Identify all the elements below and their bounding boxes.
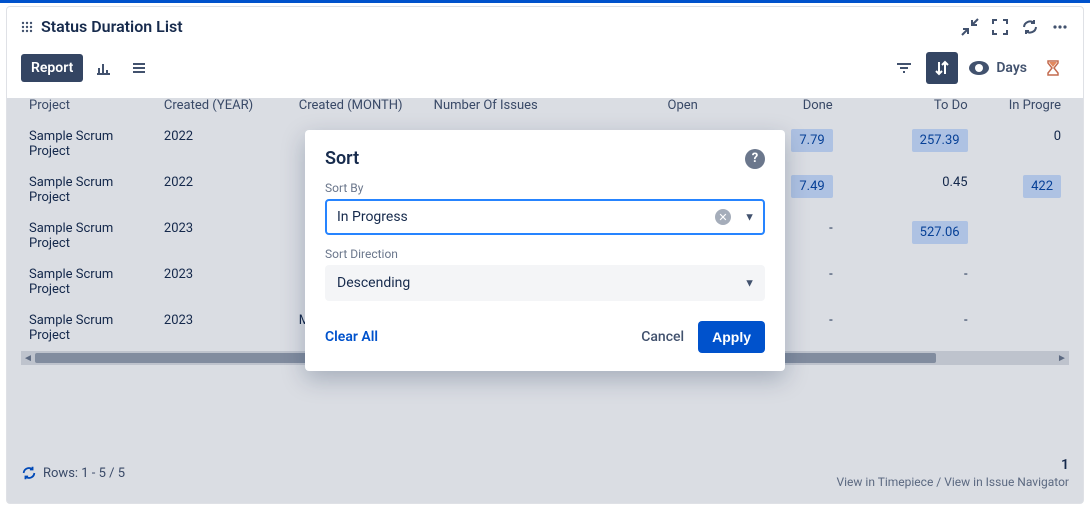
scroll-right-icon[interactable]: ► [1055, 351, 1069, 365]
table-cell: 2023 [156, 259, 291, 305]
filter-icon[interactable] [888, 52, 920, 84]
clear-sortby-icon[interactable]: ✕ [715, 209, 731, 225]
grip-icon[interactable] [21, 21, 33, 33]
table-cell: 0.45 [841, 167, 976, 213]
table-cell: 2023 [156, 213, 291, 259]
col-issues[interactable]: Number Of Issues [426, 90, 561, 121]
col-done[interactable]: Done [706, 90, 841, 121]
table-cell: Sample Scrum Project [21, 259, 156, 305]
toolbar: Report Days [21, 46, 1069, 90]
link-timepiece[interactable]: View in Timepiece [836, 475, 933, 489]
cancel-button[interactable]: Cancel [641, 329, 684, 345]
table-cell: Sample Scrum Project [21, 121, 156, 167]
col-year[interactable]: Created (YEAR) [156, 90, 291, 121]
help-icon[interactable]: ? [745, 149, 765, 169]
fullscreen-icon[interactable] [991, 18, 1009, 36]
link-separator: / [933, 475, 944, 489]
table-cell [976, 213, 1069, 259]
days-toggle[interactable]: Days [964, 60, 1031, 76]
refresh-icon[interactable] [1021, 18, 1039, 36]
sort-by-field-wrap: In Progress ✕ ▼ [325, 199, 765, 235]
collapse-icon[interactable] [961, 18, 979, 36]
table-cell: Sample Scrum Project [21, 305, 156, 351]
link-issue-navigator[interactable]: View in Issue Navigator [944, 475, 1069, 489]
table-cell: - [841, 259, 976, 305]
table-cell: 0 [976, 121, 1069, 167]
title-bar: Status Duration List [7, 7, 1083, 46]
menu-icon[interactable] [123, 52, 155, 84]
footer-refresh-icon[interactable] [21, 465, 37, 481]
page-number: 1 [836, 457, 1069, 473]
col-month[interactable]: Created (MONTH) [291, 90, 426, 121]
sort-by-select[interactable]: In Progress [325, 199, 765, 235]
table-cell: 422 [976, 167, 1069, 213]
eye-icon [968, 60, 990, 76]
apply-button[interactable]: Apply [698, 321, 765, 353]
sort-direction-wrap: Descending ▼ [325, 265, 765, 301]
page-title: Status Duration List [41, 17, 183, 36]
sort-direction-select[interactable]: Descending [325, 265, 765, 301]
accent-border [0, 0, 1090, 3]
bar-chart-icon[interactable] [87, 52, 119, 84]
col-todo[interactable]: To Do [841, 90, 976, 121]
col-inprogress[interactable]: In Progre [976, 90, 1069, 121]
modal-title: Sort [325, 148, 359, 169]
table-cell: - [841, 305, 976, 351]
sort-by-label: Sort By [325, 181, 765, 195]
col-project[interactable]: Project [21, 90, 156, 121]
table-cell [976, 305, 1069, 351]
sortby-chevron-down-icon[interactable]: ▼ [744, 211, 755, 224]
more-icon[interactable] [1051, 18, 1069, 36]
table-cell: 2023 [156, 305, 291, 351]
hourglass-icon[interactable] [1037, 52, 1069, 84]
table-cell: 2022 [156, 121, 291, 167]
rows-count: Rows: 1 - 5 / 5 [43, 466, 125, 481]
report-button[interactable]: Report [21, 54, 83, 82]
col-open[interactable]: Open [561, 90, 706, 121]
direction-chevron-down-icon[interactable]: ▼ [744, 277, 755, 290]
table-cell: 257.39 [841, 121, 976, 167]
days-label: Days [996, 60, 1027, 76]
sort-button[interactable] [926, 52, 958, 84]
table-cell: 527.06 [841, 213, 976, 259]
footer-bar: Rows: 1 - 5 / 5 1 View in Timepiece / Vi… [21, 447, 1069, 489]
table-cell: Sample Scrum Project [21, 167, 156, 213]
table-cell: 2022 [156, 167, 291, 213]
sort-direction-label: Sort Direction [325, 247, 765, 261]
table-cell: Sample Scrum Project [21, 213, 156, 259]
clear-all-button[interactable]: Clear All [325, 329, 378, 345]
table-cell [976, 259, 1069, 305]
sort-modal: Sort ? Sort By In Progress ✕ ▼ Sort Dire… [305, 130, 785, 371]
scroll-left-icon[interactable]: ◄ [21, 351, 35, 365]
